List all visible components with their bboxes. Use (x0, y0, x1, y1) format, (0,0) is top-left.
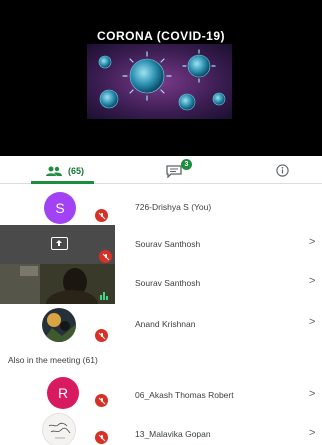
chevron-right-icon[interactable]: > (309, 316, 315, 328)
participant-name: 13_Malavika Gopan (135, 429, 211, 439)
participant-row[interactable]: Anand Krishnan > (0, 305, 322, 345)
avatar: S (44, 192, 76, 224)
meeting-tabs: (65) 3 (0, 157, 322, 184)
chevron-right-icon[interactable]: > (309, 275, 315, 287)
section-heading: Also in the meeting (61) (8, 355, 98, 365)
avatar: R (47, 377, 79, 409)
tab-people[interactable]: (65) (30, 157, 100, 184)
mic-off-icon (95, 329, 108, 342)
chat-unread-badge: 3 (181, 159, 192, 170)
participant-row[interactable]: Sourav Santhosh > (0, 264, 322, 304)
speaking-indicator-icon (100, 291, 110, 300)
participant-name: Sourav Santhosh (135, 239, 201, 249)
participant-row[interactable]: S 726-Drishya S (You) (0, 188, 322, 228)
participant-tile (0, 305, 115, 345)
chevron-right-icon[interactable]: > (309, 427, 315, 439)
participant-tile: S (0, 188, 115, 228)
list-item[interactable]: R 06_Akash Thomas Robert > (0, 374, 322, 414)
mic-off-icon (95, 394, 108, 407)
slide-title: CORONA (COVID-19) (96, 29, 226, 43)
chevron-right-icon[interactable]: > (309, 388, 315, 400)
list-item[interactable]: 13_Malavika Gopan > (0, 413, 322, 445)
avatar-photo (42, 308, 76, 342)
participant-name: 726-Drishya S (You) (135, 202, 212, 212)
mic-off-icon (95, 431, 108, 444)
info-icon (275, 164, 289, 177)
present-screen-icon (51, 237, 68, 250)
people-icon (45, 166, 62, 176)
participant-name: Anand Krishnan (135, 319, 196, 329)
participant-row[interactable]: Sourav Santhosh > (0, 225, 322, 265)
active-tab-indicator (31, 181, 94, 184)
people-count: (65) (67, 165, 84, 176)
participant-video (0, 264, 115, 304)
presentation-stage[interactable]: CORONA (COVID-19) (0, 0, 322, 156)
coronavirus-image (87, 44, 232, 119)
mic-off-icon (99, 250, 112, 263)
mic-off-icon (95, 209, 108, 222)
chevron-right-icon[interactable]: > (309, 236, 315, 248)
tab-info[interactable] (262, 157, 302, 184)
participant-name: Sourav Santhosh (135, 278, 201, 288)
participant-name: 06_Akash Thomas Robert (135, 390, 234, 400)
participant-tile (0, 225, 115, 265)
video-feed (0, 264, 115, 304)
avatar-photo (42, 413, 76, 445)
